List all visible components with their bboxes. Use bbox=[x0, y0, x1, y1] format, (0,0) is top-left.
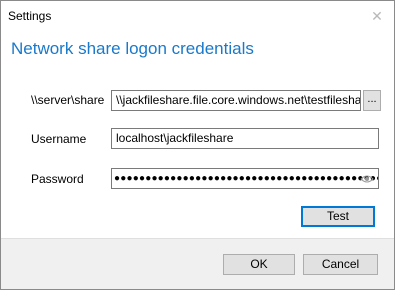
settings-dialog: Settings ✕ Network share logon credentia… bbox=[0, 0, 395, 290]
window-title: Settings bbox=[8, 9, 52, 23]
ok-button[interactable]: OK bbox=[223, 254, 295, 275]
password-label: Password bbox=[31, 172, 84, 186]
close-icon[interactable]: ✕ bbox=[369, 8, 385, 24]
username-label: Username bbox=[31, 132, 87, 146]
username-field[interactable]: localhost\jackfileshare bbox=[111, 128, 379, 149]
eye-icon[interactable] bbox=[360, 174, 374, 184]
share-path-field[interactable]: \\jackfileshare.file.core.windows.net\te… bbox=[111, 90, 361, 111]
cancel-button[interactable]: Cancel bbox=[303, 254, 378, 275]
browse-button[interactable]: ... bbox=[363, 90, 381, 111]
password-mask: ●●●●●●●●●●●●●●●●●●●●●●●●●●●●●●●●●●●●●●●●… bbox=[114, 173, 379, 184]
dialog-footer: OK Cancel bbox=[1, 238, 394, 289]
test-button[interactable]: Test bbox=[301, 206, 375, 227]
page-title: Network share logon credentials bbox=[11, 39, 254, 58]
title-bar: Settings ✕ bbox=[1, 1, 394, 31]
password-field[interactable]: ●●●●●●●●●●●●●●●●●●●●●●●●●●●●●●●●●●●●●●●●… bbox=[111, 168, 379, 189]
share-label: \\server\share bbox=[31, 93, 105, 107]
